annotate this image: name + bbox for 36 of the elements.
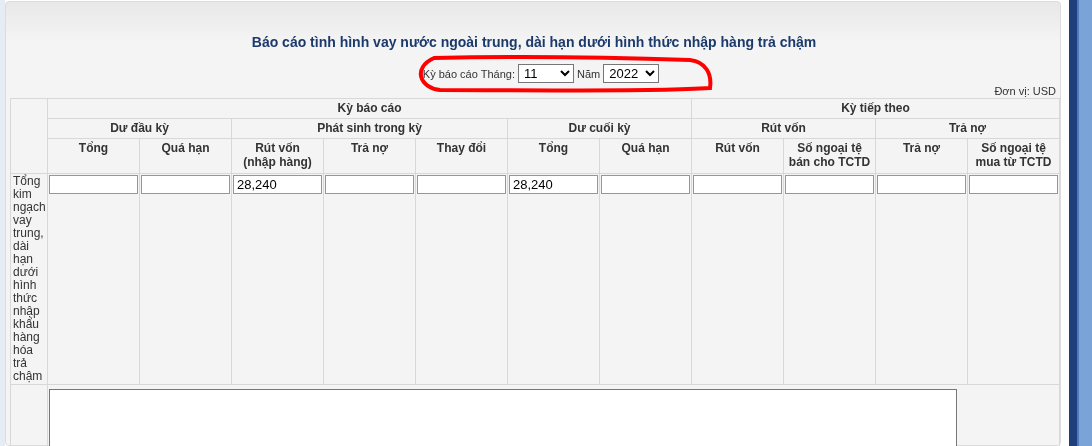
header-cell: Tổng — [507, 138, 600, 174]
header-cell: Rút vốn (nhập hàng) — [231, 138, 324, 174]
year-select[interactable]: 2022 — [603, 64, 660, 83]
input-field[interactable] — [325, 175, 414, 194]
header-cell: Số ngoại tệ mua từ TCTD — [967, 138, 1060, 174]
unit-label: Đơn vị: USD — [993, 85, 1057, 97]
header-cell: Phát sinh trong kỳ — [231, 118, 508, 139]
input-field[interactable] — [693, 175, 782, 194]
input-field[interactable]: 28,240 — [509, 175, 598, 194]
month-label: Kỳ báo cáo Tháng: — [422, 67, 515, 80]
header-cell: Dư đầu kỳ — [47, 118, 232, 139]
header-cell: Số ngoại tệ bán cho TCTD — [783, 138, 876, 174]
header-cell: Kỳ tiếp theo — [691, 98, 1060, 119]
header-cell: Quá hạn — [599, 138, 692, 174]
input-field[interactable] — [601, 175, 690, 194]
header-cell: Rút vốn — [691, 118, 876, 139]
input-field[interactable] — [785, 175, 874, 194]
header-cell: Quá hạn — [139, 138, 232, 174]
input-field[interactable] — [141, 175, 230, 194]
month-select[interactable]: 11 — [517, 64, 574, 83]
input-field[interactable] — [417, 175, 506, 194]
report-title: Báo cáo tình hình vay nước ngoài trung, dài hạn dưới hình thức nhập hàng trả chậm — [250, 34, 818, 50]
header-cell: Dư cuối kỳ — [507, 118, 692, 139]
input-field[interactable] — [969, 175, 1058, 194]
header-cell: Trả nợ — [875, 138, 968, 174]
input-field[interactable]: 28,240 — [233, 175, 322, 194]
input-field[interactable] — [877, 175, 966, 194]
header-cell: Tổng — [47, 138, 140, 174]
header-cell: Trả nợ — [875, 118, 1060, 139]
header-cell: Trả nợ — [323, 138, 416, 174]
header-cell: Kỳ báo cáo — [47, 98, 692, 119]
header-cell: Rút vốn — [691, 138, 784, 174]
input-field[interactable] — [49, 175, 138, 194]
header-cell: Thay đổi — [415, 138, 508, 174]
row-label: Tổng kim ngạch vay trung, dài hạn dưới hình thức nhập khẩu hàng hóa trả chậm — [10, 173, 48, 385]
year-label: Năm — [576, 67, 601, 80]
